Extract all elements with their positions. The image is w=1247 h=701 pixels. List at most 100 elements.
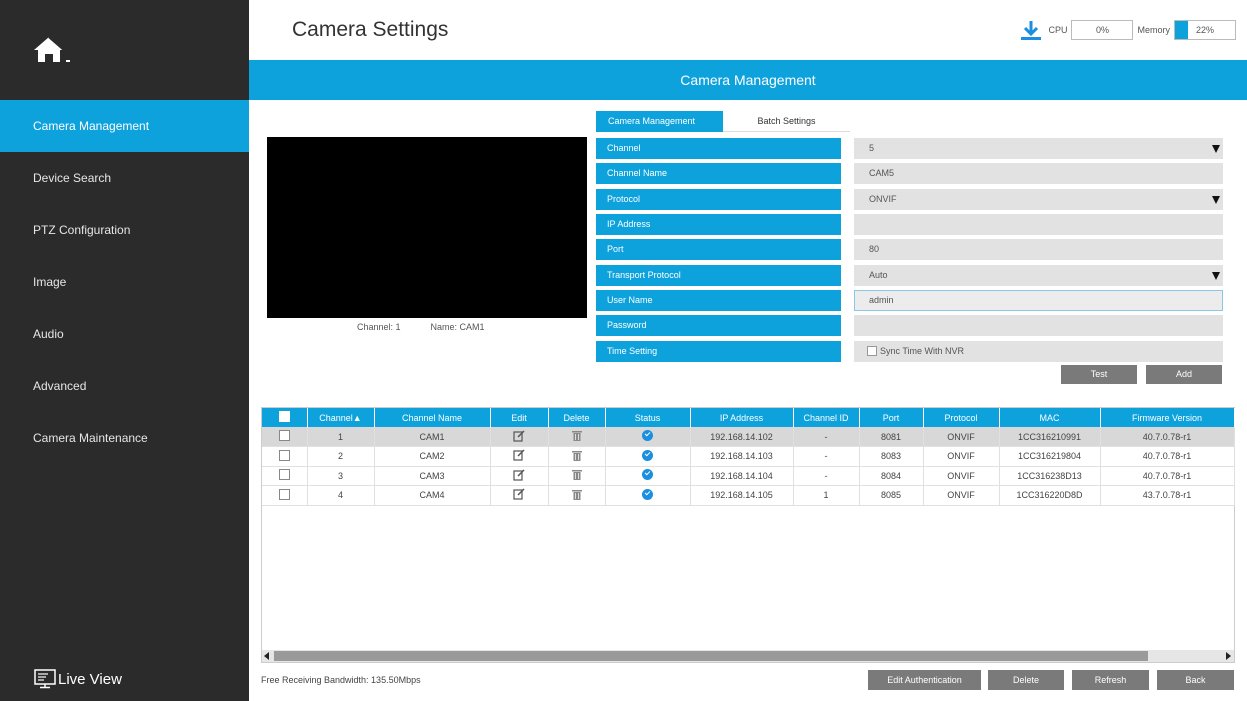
cpu-value: 0% [1095, 25, 1109, 35]
table-row[interactable]: 4 CAM4 192.168.14.105 1 8085 ONVIF 1CC316220D8… [262, 485, 1235, 506]
status-cell [605, 466, 691, 486]
back-button[interactable]: Back [1157, 670, 1234, 690]
edit-icon[interactable] [513, 469, 525, 483]
cell-channel-id: - [793, 446, 860, 467]
trash-icon[interactable] [571, 431, 582, 443]
camera-table: Channel▲ Channel Name Edit Delete Status… [261, 407, 1235, 663]
trash-icon[interactable] [571, 489, 582, 502]
cell-firmware: 43.7.0.78-r1 [1100, 485, 1235, 506]
memory-value: 22% [1195, 25, 1214, 35]
row-checkbox[interactable] [278, 449, 290, 461]
cell-port: 8083 [859, 446, 924, 467]
protocol-select[interactable]: ONVIF [854, 188, 1223, 210]
cell-protocol: ONVIF [923, 466, 1000, 486]
sync-time-checkbox[interactable] [867, 346, 877, 357]
password-field[interactable] [854, 315, 1223, 337]
download-icon[interactable] [1020, 19, 1042, 41]
header-channel[interactable]: Channel▲ [307, 408, 375, 427]
table-row[interactable]: 1 CAM1 192.168.14.102-8081 ONVIF 1CC31621099… [262, 427, 1235, 447]
delete-cell[interactable] [548, 446, 606, 467]
row-select-cell[interactable] [262, 485, 308, 506]
delete-cell[interactable] [548, 485, 606, 506]
tab-bar: Camera Management Batch Settings [596, 111, 850, 132]
cell-channel: 3 [307, 466, 375, 486]
horizontal-scrollbar[interactable] [262, 650, 1234, 662]
delete-cell[interactable] [548, 427, 606, 447]
sidebar: Camera Management Device Search PTZ Conf… [0, 0, 249, 701]
row-select-cell[interactable] [262, 427, 308, 447]
page-title: Camera Settings [292, 18, 449, 41]
cell-port: 8085 [859, 485, 924, 506]
header-port: Port [859, 408, 924, 427]
row-checkbox[interactable] [278, 430, 290, 441]
channel-name-label: Channel Name [596, 163, 841, 185]
live-view-button[interactable]: Live View [34, 669, 122, 689]
sync-time-label: Sync Time With NVR [880, 345, 965, 356]
scroll-right-icon[interactable] [1226, 652, 1231, 660]
channel-select[interactable]: 5 [854, 138, 1223, 160]
edit-icon[interactable] [513, 429, 525, 444]
row-checkbox[interactable] [278, 469, 290, 481]
delete-cell[interactable] [548, 466, 606, 486]
table-row[interactable]: 2 CAM2 192.168.14.103-8083 ONVIF 1CC31621980… [262, 446, 1235, 467]
header-firmware-version: Firmware Version [1100, 408, 1235, 427]
cell-protocol: ONVIF [923, 446, 1000, 467]
trash-icon[interactable] [571, 470, 582, 482]
cell-protocol: ONVIF [923, 485, 1000, 506]
table-row[interactable]: 3 CAM3 192.168.14.104-8084 ONVIF 1CC316238D1… [262, 466, 1235, 486]
sidebar-item-ptz-configuration[interactable]: PTZ Configuration [0, 204, 249, 256]
edit-icon[interactable] [513, 449, 525, 463]
sidebar-item-device-search[interactable]: Device Search [0, 152, 249, 204]
edit-cell[interactable] [490, 466, 549, 486]
sidebar-item-image[interactable]: Image [0, 256, 249, 308]
edit-cell[interactable] [490, 427, 549, 447]
edit-cell[interactable] [490, 446, 549, 467]
row-checkbox[interactable] [278, 488, 290, 500]
status-cell [605, 446, 691, 467]
tab-camera-management[interactable]: Camera Management [596, 111, 723, 132]
preview-channel: Channel: 1 [357, 322, 401, 332]
edit-icon[interactable] [513, 488, 525, 502]
test-button[interactable]: Test [1061, 365, 1137, 384]
refresh-button[interactable]: Refresh [1072, 670, 1149, 690]
header-channel-id: Channel ID [793, 408, 860, 427]
monitor-icon [34, 669, 56, 689]
channel-name-field[interactable]: CAM5 [854, 163, 1223, 185]
home-icon[interactable] [32, 34, 72, 66]
user-name-field[interactable]: admin [854, 289, 1223, 311]
time-setting-label: Time Setting [596, 340, 841, 362]
cell-firmware: 40.7.0.78-r1 [1100, 427, 1235, 447]
tab-batch-settings[interactable]: Batch Settings [723, 111, 850, 132]
video-preview [267, 137, 587, 318]
cell-channel: 1 [307, 427, 375, 447]
trash-icon[interactable] [571, 450, 582, 463]
delete-button[interactable]: Delete [988, 670, 1064, 690]
select-all-header[interactable] [262, 408, 308, 427]
row-select-cell[interactable] [262, 466, 308, 486]
scroll-left-icon[interactable] [264, 652, 269, 660]
sidebar-item-camera-management[interactable]: Camera Management [0, 100, 249, 152]
status-ok-icon [642, 449, 653, 461]
cell-mac: 1CC316210991 [999, 427, 1101, 447]
add-button[interactable]: Add [1146, 365, 1222, 384]
cell-channel-id: - [793, 427, 860, 447]
cell-firmware: 40.7.0.78-r1 [1100, 466, 1235, 486]
ip-address-label: IP Address [596, 214, 841, 236]
status-ok-icon [642, 488, 653, 500]
transport-protocol-label: Transport Protocol [596, 264, 841, 286]
sidebar-item-camera-maintenance[interactable]: Camera Maintenance [0, 412, 249, 464]
cell-ip-address: 192.168.14.102 [690, 427, 794, 447]
sidebar-item-advanced[interactable]: Advanced [0, 360, 249, 412]
port-field[interactable]: 80 [854, 239, 1223, 261]
dropdown-arrow-icon [1212, 145, 1220, 154]
scrollbar-thumb[interactable] [274, 651, 1148, 661]
cell-channel: 2 [307, 446, 375, 467]
sidebar-item-audio[interactable]: Audio [0, 308, 249, 360]
transport-protocol-select[interactable]: Auto [854, 264, 1223, 286]
select-all-checkbox[interactable] [278, 411, 290, 422]
edit-authentication-button[interactable]: Edit Authentication [868, 670, 981, 690]
row-select-cell[interactable] [262, 446, 308, 467]
cell-mac: 1CC316219804 [999, 446, 1101, 467]
edit-cell[interactable] [490, 485, 549, 506]
ip-address-field[interactable] [854, 214, 1223, 236]
